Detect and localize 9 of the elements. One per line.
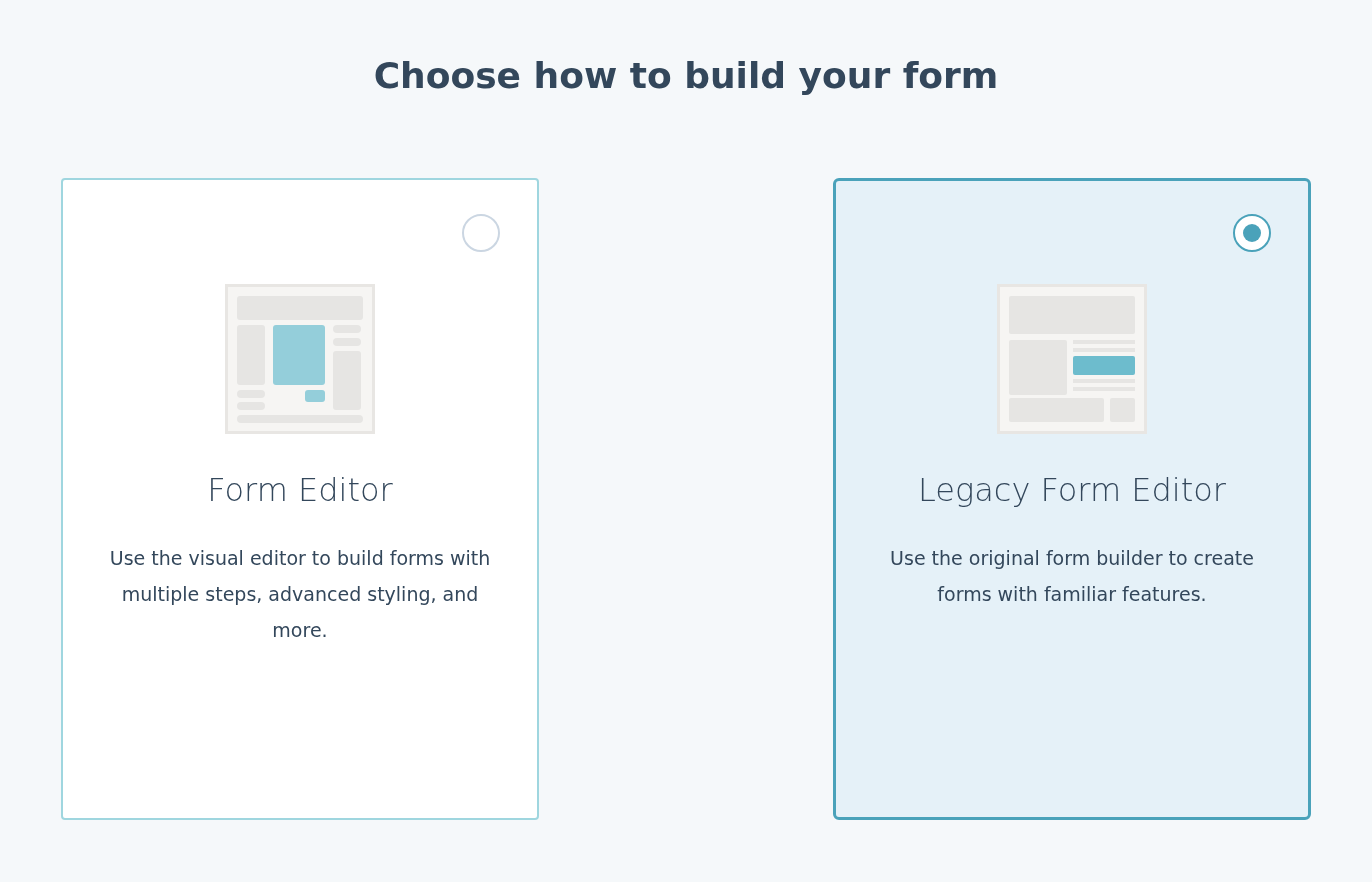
option-title: Form Editor [207,470,393,510]
radio-button[interactable] [462,214,500,252]
radio-button[interactable] [1233,214,1271,252]
option-card[interactable]: Form Editor Use the visual editor to build forms with multiple steps, advanced styling, and more. [61,178,539,820]
option-description: Use the original form builder to create forms with familiar features. [889,546,1255,607]
option-title: Legacy Form Editor [918,470,1226,510]
option-card[interactable]: Legacy Form Editor Use the original form builder to create forms with familiar features. [833,178,1311,820]
option-description: Use the visual editor to build forms with multiple steps, advanced styling, and more. [109,546,491,643]
page-heading: Choose how to build your form [372,54,1000,98]
